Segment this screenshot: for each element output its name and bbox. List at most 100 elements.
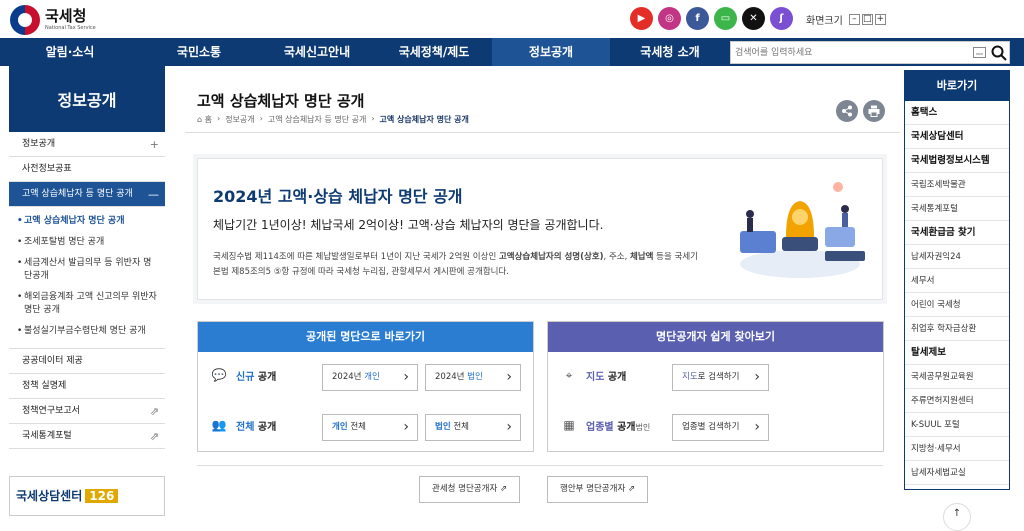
quick-link-item[interactable]: 취업후 학자금상환 <box>905 317 1009 341</box>
lnb-sub-item[interactable]: 조세포탈범 명단 공개 <box>9 232 165 253</box>
kakao-story-icon[interactable]: ʃ <box>770 7 793 30</box>
customs-list-link[interactable]: 관세청 명단공개자 ⇗ <box>419 476 521 503</box>
page-tools <box>836 100 885 122</box>
lnb-item-policy[interactable]: 정책 실명제 <box>9 374 165 399</box>
map-pin-icon: ⌖ <box>565 367 573 382</box>
minus-icon: — <box>148 188 159 201</box>
quick-link-item[interactable]: 국세법령정보시스템 <box>905 149 1009 173</box>
logo-subtext: National Tax Service <box>45 25 96 31</box>
quick-link-item[interactable]: 세무서 <box>905 269 1009 293</box>
disclosure-illustration-icon <box>740 182 865 278</box>
quick-link-item[interactable]: 탈세제보 <box>905 341 1009 365</box>
breadcrumb-item[interactable]: 정보공개 <box>225 114 254 125</box>
quick-link-item[interactable]: 국립조세박물관 <box>905 173 1009 197</box>
nav-info-disclosure[interactable]: 정보공개 <box>492 38 610 66</box>
breadcrumb-home[interactable]: ⌂ 홈 <box>197 114 212 125</box>
lnb-item-stats[interactable]: 국세통계포털 ⇗ <box>9 424 165 449</box>
zoom-control: 화면크기 – □ + <box>806 12 886 27</box>
plus-icon: + <box>149 138 159 151</box>
x-icon[interactable]: ✕ <box>742 7 765 30</box>
divider <box>185 132 900 133</box>
lnb-item-info[interactable]: 정보공개 + <box>9 132 165 157</box>
lnb-item-pre[interactable]: 사전정보공표 <box>9 157 165 182</box>
nts-logo[interactable]: 국세청 National Tax Service <box>10 5 96 35</box>
quick-link-item[interactable]: 납세자권익24 <box>905 245 1009 269</box>
nav-about[interactable]: 국세청 소개 <box>610 38 730 66</box>
nav-tax-policy[interactable]: 국세정책/제도 <box>376 38 492 66</box>
lnb-sub-item[interactable]: 세금계산서 발급의무 등 위반자 명단공개 <box>9 253 165 287</box>
quick-link-item[interactable]: 어린이 국세청 <box>905 293 1009 317</box>
quick-link-item[interactable]: 납세자세법교실 <box>905 461 1009 485</box>
breadcrumb-current: 고액 상습체납자 명단 공개 <box>379 115 469 124</box>
page-title: 고액 상습체납자 명단 공개 <box>197 92 365 110</box>
quick-link-item[interactable]: 홈택스 <box>905 101 1009 125</box>
scroll-top-button[interactable]: ↑ <box>943 503 971 531</box>
quick-link-item[interactable]: 국세상담센터 <box>905 125 1009 149</box>
external-link-icon: ⇗ <box>149 430 159 443</box>
zoom-label: 화면크기 <box>806 16 843 27</box>
lnb-item-high[interactable]: 고액 상습체납자 등 명단 공개 — <box>9 182 165 207</box>
site-header: 국세청 National Tax Service ▶ ◎ f ▭ ✕ ʃ 화면크기 – □… <box>0 0 1024 38</box>
lnb-sub-item[interactable]: 해외금융계좌 고액 신고의무 위반자 명단 공개 <box>9 287 165 321</box>
nav-news[interactable]: 알림·소식 <box>0 38 140 66</box>
quick-link-item[interactable]: K-SUUL 포털 <box>905 413 1009 437</box>
share-icon[interactable] <box>836 100 858 122</box>
youtube-icon[interactable]: ▶ <box>630 7 653 30</box>
panel-quick-list-header: 공개된 명단으로 바로가기 <box>198 322 533 352</box>
zoom-reset-button[interactable]: □ <box>861 14 873 25</box>
lnb-title: 정보공개 <box>9 66 165 132</box>
search-by-industry-button[interactable]: 업종별 검색하기 <box>672 414 769 441</box>
lnb-submenu: 고액 상습체납자 명단 공개 조세포탈범 명단 공개 세금계산서 발급의무 등 … <box>9 207 165 349</box>
logo-text: 국세청 <box>45 7 87 25</box>
nav-tax-filing[interactable]: 국세신고안내 <box>258 38 376 66</box>
search-by-map-button[interactable]: 지도로 검색하기 <box>672 364 769 391</box>
quick-link-item[interactable]: 주류면허지원센터 <box>905 389 1009 413</box>
hero-title: 2024년 고액·상습 체납자 명단 공개 <box>213 187 463 206</box>
new-individual-2024-button[interactable]: 2024년 개인 <box>322 364 418 391</box>
new-chat-icon: 💬 <box>211 368 227 382</box>
keyboard-icon[interactable] <box>973 47 986 58</box>
people-group-icon: 👥 <box>211 418 227 432</box>
divider <box>197 465 883 466</box>
hero-description: 국세징수법 제114조에 따른 체납발생일로부터 1년이 지난 국세가 2억원 … <box>213 252 698 277</box>
quick-link-item[interactable]: 국세공무원교육원 <box>905 365 1009 389</box>
quick-links: 바로가기 홈택스 국세상담센터 국세법령정보시스템 국립조세박물관 국세통계포털 국세환급… <box>904 70 1010 490</box>
panel-easy-search-header: 명단공개자 쉽게 찾아보기 <box>548 322 883 352</box>
hero-lead: 체납기간 1년이상! 체납국세 2억이상! 고액·상습 체납자의 명단을 공개합… <box>213 218 604 232</box>
all-individual-button[interactable]: 개인 전체 <box>322 414 418 441</box>
mois-list-link[interactable]: 행안부 명단공개자 ⇗ <box>547 476 649 503</box>
hero-banner: 2024년 고액·상습 체납자 명단 공개 체납기간 1년이상! 체납국세 2억… <box>197 158 883 300</box>
left-nav: 정보공개+ 사전정보공표 고액 상습체납자 등 명단 공개— 고액 상습체납자 … <box>9 132 165 449</box>
breadcrumb: ⌂ 홈 › 정보공개 › 고액 상습체납자 등 명단 공개 › 고액 상습체납자 명단… <box>197 114 469 125</box>
panel-easy-search: 명단공개자 쉽게 찾아보기 ⌖ 지도 공개 지도로 검색하기 ▦ 업종별 공개법… <box>547 321 884 452</box>
lnb-sub-item[interactable]: 고액 상습체납자 명단 공개 <box>9 211 165 232</box>
zoom-out-button[interactable]: – <box>848 14 860 25</box>
zoom-in-button[interactable]: + <box>874 14 886 25</box>
quick-link-item[interactable]: 국세통계포털 <box>905 197 1009 221</box>
quick-link-item[interactable]: 국세환급금 찾기 <box>905 221 1009 245</box>
external-link-icon: ⇗ <box>149 405 159 418</box>
quick-link-item[interactable]: 지방청·세무서 <box>905 437 1009 461</box>
lnb-sub-item[interactable]: 불성실기부금수령단체 명단 공개 <box>9 321 165 342</box>
search-input[interactable] <box>735 45 965 61</box>
lnb-item-open-data[interactable]: 공공데이터 제공 <box>9 349 165 374</box>
lnb-item-research[interactable]: 정책연구보고서 ⇗ <box>9 399 165 424</box>
nav-communication[interactable]: 국민소통 <box>140 38 258 66</box>
breadcrumb-item[interactable]: 고액 상습체납자 등 명단 공개 <box>268 114 367 125</box>
building-icon: ▦ <box>563 418 575 432</box>
talk-icon[interactable]: ▭ <box>714 7 737 30</box>
panel-quick-list: 공개된 명단으로 바로가기 💬 신규 공개 2024년 개인 2024년 법인 … <box>197 321 534 452</box>
all-corporation-button[interactable]: 법인 전체 <box>425 414 521 441</box>
instagram-icon[interactable]: ◎ <box>658 7 681 30</box>
print-icon[interactable] <box>863 100 885 122</box>
search-icon[interactable] <box>991 45 1007 61</box>
external-link-icon: ⇗ <box>499 484 508 494</box>
facebook-icon[interactable]: f <box>686 7 709 30</box>
new-corporation-2024-button[interactable]: 2024년 법인 <box>425 364 521 391</box>
sns-links: ▶ ◎ f ▭ ✕ ʃ <box>630 7 793 30</box>
search-box <box>730 41 1010 64</box>
logo-mark-icon <box>10 5 40 35</box>
callcenter-number: 126 <box>85 489 119 503</box>
callcenter-banner[interactable]: 국세상담센터 126 <box>9 476 165 516</box>
quick-links-title: 바로가기 <box>905 71 1009 101</box>
